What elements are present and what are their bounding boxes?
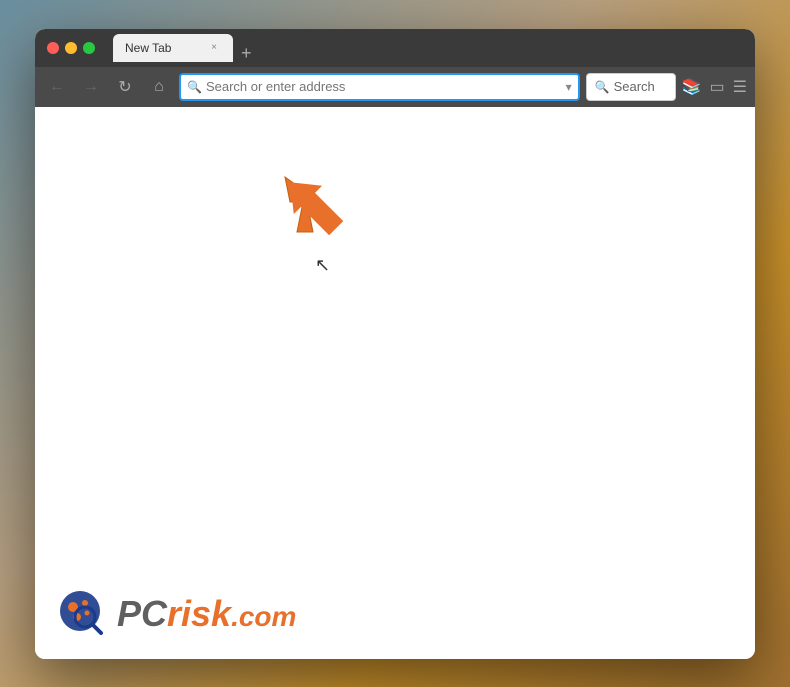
nav-icons: 📚 ▭ ☰ — [682, 77, 747, 97]
address-search-icon: 🔍 — [187, 80, 202, 94]
bookmarks-icon[interactable]: 📚 — [682, 77, 702, 97]
page-content: ↖ PCrisk.com — [35, 107, 755, 659]
forward-icon: → — [83, 78, 99, 96]
dot-com-text: .com — [231, 601, 296, 632]
back-button[interactable]: ← — [43, 73, 71, 101]
menu-icon[interactable]: ☰ — [733, 77, 747, 97]
maximize-button[interactable] — [83, 42, 95, 54]
sidebar-icon[interactable]: ▭ — [710, 77, 725, 97]
risk-text: risk — [167, 593, 231, 634]
arrow-annotation — [275, 167, 355, 252]
address-bar[interactable]: 🔍 ▾ — [179, 73, 580, 101]
arrow-svg — [275, 167, 355, 247]
search-box-icon: 🔍 — [595, 80, 610, 94]
home-icon: ⌂ — [154, 78, 164, 96]
traffic-lights — [47, 42, 95, 54]
pc-text: PC — [117, 593, 167, 634]
pcrisk-text-label: PCrisk.com — [117, 593, 296, 635]
refresh-button[interactable]: ↻ — [111, 73, 139, 101]
tab-close-button[interactable]: × — [207, 41, 221, 55]
search-box-label: Search — [614, 79, 655, 94]
forward-button[interactable]: → — [77, 73, 105, 101]
address-dropdown-icon[interactable]: ▾ — [566, 80, 572, 94]
home-button[interactable]: ⌂ — [145, 73, 173, 101]
address-input[interactable] — [206, 79, 562, 94]
refresh-icon: ↻ — [118, 77, 131, 97]
tab-area: New Tab × + — [113, 34, 743, 62]
cursor: ↖ — [315, 255, 330, 276]
active-tab[interactable]: New Tab × — [113, 34, 233, 62]
close-button[interactable] — [47, 42, 59, 54]
watermark: PCrisk.com — [55, 589, 296, 639]
browser-window: New Tab × + ← → ↻ ⌂ 🔍 ▾ 🔍 Search — [35, 29, 755, 659]
pcrisk-logo — [55, 589, 105, 639]
search-box[interactable]: 🔍 Search — [586, 73, 676, 101]
tab-title: New Tab — [125, 41, 199, 55]
new-tab-button[interactable]: + — [233, 44, 260, 62]
back-icon: ← — [49, 78, 65, 96]
minimize-button[interactable] — [65, 42, 77, 54]
nav-bar: ← → ↻ ⌂ 🔍 ▾ 🔍 Search 📚 ▭ ☰ — [35, 67, 755, 107]
title-bar: New Tab × + — [35, 29, 755, 67]
